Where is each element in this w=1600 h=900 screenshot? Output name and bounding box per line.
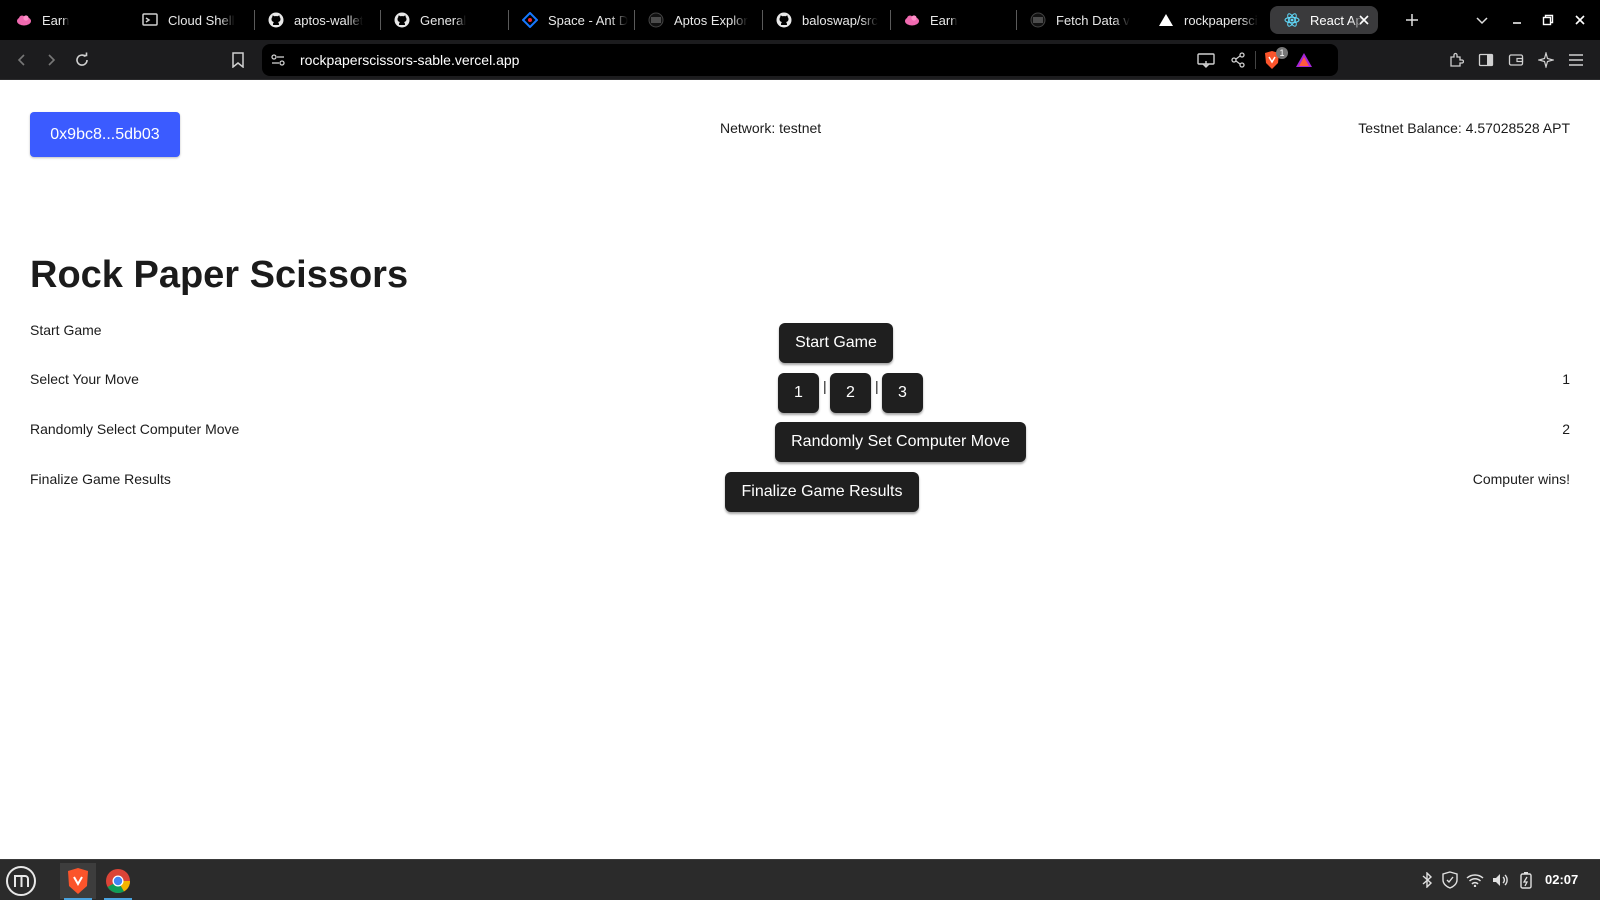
aptos-icon	[1030, 12, 1046, 28]
reload-icon[interactable]	[72, 50, 92, 70]
address-bar[interactable]: rockpaperscissors-sable.vercel.app 1	[262, 44, 1338, 76]
share-icon[interactable]	[1228, 50, 1248, 70]
cloud-shell-icon	[142, 12, 158, 28]
select-move-label: Select Your Move	[30, 371, 139, 387]
volume-icon[interactable]	[1491, 871, 1509, 889]
back-icon[interactable]	[12, 50, 32, 70]
site-settings-icon[interactable]	[268, 50, 288, 70]
tab-baloswap[interactable]: baloswap/src	[762, 6, 882, 34]
start-game-label: Start Game	[30, 322, 102, 338]
brave-rewards-icon[interactable]	[1294, 50, 1314, 70]
tab-search-chevron-icon[interactable]	[1470, 8, 1494, 32]
tab-cloud-shell[interactable]: Cloud Shell	[128, 6, 248, 34]
aptos-icon	[648, 12, 664, 28]
tab-fetch-data[interactable]: Fetch Data v	[1016, 6, 1136, 34]
network-label: Network: testnet	[720, 120, 822, 136]
sidebar-icon[interactable]	[1476, 50, 1496, 70]
move-option-2-button[interactable]: 2	[830, 373, 871, 413]
pink-cloud-icon	[16, 12, 32, 28]
github-icon	[776, 12, 792, 28]
move-separator: |	[875, 378, 879, 394]
github-icon	[394, 12, 410, 28]
battery-icon[interactable]	[1517, 871, 1535, 889]
tab-aptos-explorer[interactable]: Aptos Explor	[634, 6, 754, 34]
browser-toolbar: rockpaperscissors-sable.vercel.app 1	[0, 40, 1600, 80]
url-text[interactable]: rockpaperscissors-sable.vercel.app	[300, 52, 519, 68]
cast-icon[interactable]	[1196, 50, 1216, 70]
forward-icon[interactable]	[41, 50, 61, 70]
random-computer-move-button[interactable]: Randomly Set Computer Move	[775, 422, 1026, 462]
finalize-results-button[interactable]: Finalize Game Results	[725, 472, 919, 512]
tab-earn-1[interactable]: Earn	[2, 6, 122, 34]
shields-count-badge: 1	[1276, 47, 1288, 59]
react-icon	[1284, 12, 1300, 28]
urlbar-divider	[1255, 51, 1256, 69]
selected-move-value: 1	[1562, 371, 1570, 387]
page-content: 0x9bc8...5db03 Network: testnet Testnet …	[0, 80, 1600, 859]
wallet-address-button[interactable]: 0x9bc8...5db03	[30, 112, 180, 157]
github-icon	[268, 12, 284, 28]
restore-icon[interactable]	[1536, 8, 1560, 32]
diamond-icon	[522, 12, 538, 28]
shield-icon[interactable]	[1441, 871, 1459, 889]
menu-icon[interactable]	[1566, 50, 1586, 70]
tab-general[interactable]: General	[380, 6, 500, 34]
chrome-taskbar-icon[interactable]	[100, 863, 136, 900]
tab-earn-2[interactable]: Earn	[890, 6, 1010, 34]
new-tab-icon[interactable]	[1400, 8, 1424, 32]
minimize-icon[interactable]	[1505, 8, 1529, 32]
os-taskbar: 02:07	[0, 859, 1600, 900]
wifi-icon[interactable]	[1466, 871, 1484, 889]
close-window-icon[interactable]	[1568, 8, 1592, 32]
start-game-button[interactable]: Start Game	[779, 323, 893, 363]
start-menu-icon[interactable]	[3, 863, 39, 899]
brave-taskbar-icon[interactable]	[60, 863, 96, 900]
tab-space-ant-design[interactable]: Space - Ant D	[508, 6, 628, 34]
leo-ai-icon[interactable]	[1536, 50, 1556, 70]
close-tab-icon[interactable]	[1356, 12, 1372, 28]
browser-tab-strip: Earn Cloud Shell aptos-wallet General Sp…	[0, 0, 1600, 40]
tab-react-app[interactable]: React Ap	[1270, 6, 1378, 34]
extensions-icon[interactable]	[1446, 50, 1466, 70]
page-title: Rock Paper Scissors	[30, 254, 409, 296]
wallet-icon[interactable]	[1506, 50, 1526, 70]
computer-move-value: 2	[1562, 421, 1570, 437]
bookmark-icon[interactable]	[228, 50, 248, 70]
move-separator: |	[823, 378, 827, 394]
clock: 02:07	[1545, 872, 1579, 887]
pink-cloud-icon	[904, 12, 920, 28]
bluetooth-icon[interactable]	[1418, 871, 1436, 889]
vercel-icon	[1158, 12, 1174, 28]
game-result-value: Computer wins!	[1472, 471, 1570, 487]
move-option-3-button[interactable]: 3	[882, 373, 923, 413]
finalize-label: Finalize Game Results	[30, 471, 171, 487]
balance-label: Testnet Balance: 4.57028528 APT	[1358, 120, 1570, 136]
computer-move-label: Randomly Select Computer Move	[30, 421, 240, 437]
tab-aptos-wallet[interactable]: aptos-wallet	[254, 6, 374, 34]
tab-rockpaperscissors[interactable]: rockpapersci	[1144, 6, 1264, 34]
move-option-1-button[interactable]: 1	[778, 373, 819, 413]
